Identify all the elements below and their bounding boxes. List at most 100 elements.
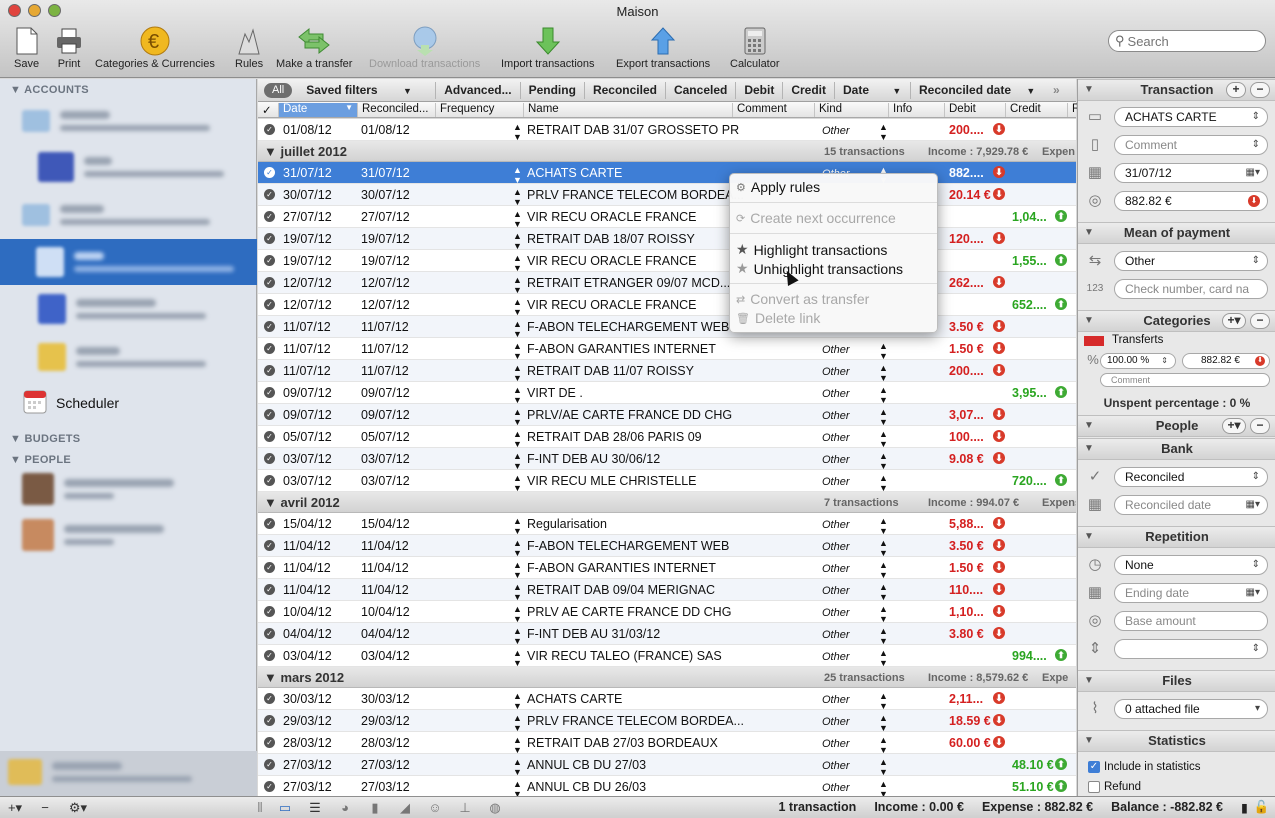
frequency-stepper-icon[interactable]: ▲ ▼ xyxy=(513,231,522,251)
attached-files-popup[interactable]: 0 attached file ▾ xyxy=(1114,699,1268,719)
frequency-stepper-icon[interactable]: ▲ ▼ xyxy=(513,187,522,207)
transaction-row[interactable]: ✓ 27/03/12 27/03/12 ▲ ▼ ANNUL CB DU 26/03 Othe… xyxy=(258,776,1076,796)
transaction-row[interactable]: ✓ 27/07/12 27/07/12 ▲ ▼ VIR RECU ORACLE FRANC… xyxy=(258,206,1076,229)
debit-arrow-icon[interactable]: ⬇ xyxy=(993,364,1005,376)
reconciled-check-icon[interactable]: ✓ xyxy=(264,277,275,288)
frequency-stepper-icon[interactable]: ▲ ▼ xyxy=(513,516,522,536)
frequency-stepper-icon[interactable]: ▲ ▼ xyxy=(513,407,522,427)
menu-delete-link[interactable]: 🗑 Delete link xyxy=(736,310,820,326)
repetition-extra-popup[interactable]: ⇕ xyxy=(1114,639,1268,659)
kind-stepper-icon[interactable]: ▲▼ xyxy=(879,122,888,142)
resize-handle-icon[interactable]: ⦀ xyxy=(250,800,270,816)
kind-stepper-icon[interactable]: ▲▼ xyxy=(879,713,888,733)
categories-currencies-button[interactable]: € Categories & Currencies xyxy=(95,24,215,70)
frequency-stepper-icon[interactable]: ▲ ▼ xyxy=(513,735,522,755)
col-kind[interactable]: Kind xyxy=(815,103,889,117)
view-pie-chart-icon[interactable]: ◕ xyxy=(330,800,360,815)
credit-arrow-icon[interactable]: ⬆ xyxy=(1055,780,1067,792)
frequency-stepper-icon[interactable]: ▲ ▼ xyxy=(513,538,522,558)
transaction-row[interactable]: ✓ 10/04/12 10/04/12 ▲ ▼ PRLV AE CARTE FRANCE … xyxy=(258,601,1076,624)
debit-arrow-icon[interactable]: ⬇ xyxy=(1255,356,1265,366)
month-group-header[interactable]: ▼ avril 2012 7 transactions Income : 994.0… xyxy=(258,492,1076,513)
category-name[interactable]: Transferts xyxy=(1112,334,1163,346)
person-item[interactable] xyxy=(22,513,252,557)
transaction-row[interactable]: ✓ 29/03/12 29/03/12 ▲ ▼ PRLV FRANCE TELECOM B… xyxy=(258,710,1076,733)
date-field[interactable]: 31/07/12 ▦▾ xyxy=(1114,163,1268,183)
reconciled-check-icon[interactable]: ✓ xyxy=(264,453,275,464)
kind-stepper-icon[interactable]: ▲▼ xyxy=(879,473,888,493)
reconciled-check-icon[interactable]: ✓ xyxy=(264,518,275,529)
debit-arrow-icon[interactable]: ⬇ xyxy=(993,452,1005,464)
transaction-row[interactable]: ✓ 11/07/12 11/07/12 ▲ ▼ RETRAIT DAB 11/07 ROI… xyxy=(258,360,1076,383)
category-comment-field[interactable]: Comment xyxy=(1100,373,1270,387)
debit-arrow-icon[interactable]: ⬇ xyxy=(993,166,1005,178)
reconciled-check-icon[interactable]: ✓ xyxy=(264,167,275,178)
col-extra[interactable]: F xyxy=(1068,103,1079,117)
include-statistics-checkbox[interactable]: ✓ Include in statistics xyxy=(1088,761,1201,773)
col-info[interactable]: Info xyxy=(889,103,945,117)
reconciled-check-icon[interactable]: ✓ xyxy=(264,715,275,726)
payee-field[interactable]: ACHATS CARTE ⇕ xyxy=(1114,107,1268,127)
frequency-stepper-icon[interactable]: ▲ ▼ xyxy=(513,582,522,602)
kind-stepper-icon[interactable]: ▲▼ xyxy=(879,626,888,646)
transaction-row[interactable]: ✓ 12/07/12 12/07/12 ▲ ▼ VIR RECU ORACLE FRANC… xyxy=(258,294,1076,317)
transaction-row[interactable]: ✓ 11/04/12 11/04/12 ▲ ▼ F-ABON TELECHARGEMENT… xyxy=(258,535,1076,558)
view-people-icon[interactable]: ☺ xyxy=(420,800,450,815)
credit-arrow-icon[interactable]: ⬆ xyxy=(1055,298,1067,310)
kind-stepper-icon[interactable]: ▲▼ xyxy=(879,691,888,711)
reconciled-check-icon[interactable]: ✓ xyxy=(264,431,275,442)
transaction-section-header[interactable]: ▼ Transaction + − xyxy=(1078,79,1275,101)
debit-arrow-icon[interactable]: ⬇ xyxy=(993,232,1005,244)
debit-arrow-icon[interactable]: ⬇ xyxy=(993,539,1005,551)
repetition-popup[interactable]: None ⇕ xyxy=(1114,555,1268,575)
reconciled-check-icon[interactable]: ✓ xyxy=(264,189,275,200)
debit-arrow-icon[interactable]: ⬇ xyxy=(993,123,1005,135)
frequency-stepper-icon[interactable]: ▲ ▼ xyxy=(513,626,522,646)
view-bar-chart-icon[interactable]: ▮ xyxy=(360,800,390,816)
reconciled-check-icon[interactable]: ✓ xyxy=(264,365,275,376)
transaction-row-selected[interactable]: ✓31/07/1231/07/12▲▼ACHATS CARTEOther▲▼88… xyxy=(258,162,1076,185)
transaction-row[interactable]: ✓ 19/07/12 19/07/12 ▲ ▼ RETRAIT DAB 18/07 ROI… xyxy=(258,228,1076,251)
frequency-stepper-icon[interactable]: ▲ ▼ xyxy=(513,713,522,733)
search-field[interactable]: ⚲ xyxy=(1108,30,1266,52)
lock-icon[interactable]: 🔓 xyxy=(1254,800,1270,815)
filter-canceled[interactable]: Canceled xyxy=(666,81,737,99)
statistics-section-header[interactable]: ▼ Statistics xyxy=(1078,730,1275,752)
amount-field[interactable]: 882.82 € ⬇ xyxy=(1114,191,1268,211)
comment-field[interactable]: Comment ⇕ xyxy=(1114,135,1268,155)
kind-stepper-icon[interactable]: ▲▼ xyxy=(879,429,888,449)
kind-stepper-icon[interactable]: ▲▼ xyxy=(879,407,888,427)
calculator-button[interactable]: Calculator xyxy=(730,24,780,70)
frequency-stepper-icon[interactable]: ▲ ▼ xyxy=(513,209,522,229)
base-amount-field[interactable]: Base amount xyxy=(1114,611,1268,631)
all-accounts-item[interactable] xyxy=(0,751,257,796)
debit-arrow-icon[interactable]: ⬇ xyxy=(993,188,1005,200)
remove-account-button[interactable]: − xyxy=(30,800,60,815)
account-item[interactable] xyxy=(22,99,252,143)
debit-arrow-icon[interactable]: ⬇ xyxy=(993,736,1005,748)
reconciled-check-icon[interactable]: ✓ xyxy=(264,606,275,617)
debit-arrow-icon[interactable]: ⬇ xyxy=(993,692,1005,704)
kind-stepper-icon[interactable]: ▲▼ xyxy=(879,451,888,471)
kind-stepper-icon[interactable]: ▲▼ xyxy=(879,648,888,668)
reconciled-check-icon[interactable]: ✓ xyxy=(264,409,275,420)
view-budget-icon[interactable]: ⊥ xyxy=(450,800,480,816)
transaction-row[interactable]: ✓ 30/07/12 30/07/12 ▲ ▼ PRLV FRANCE TELECOM B… xyxy=(258,184,1076,207)
rules-button[interactable]: Rules xyxy=(235,24,263,70)
transaction-row[interactable]: ✓ 19/07/12 19/07/12 ▲ ▼ VIR RECU ORACLE FRANC… xyxy=(258,250,1076,273)
transaction-row[interactable]: ✓ 27/03/12 27/03/12 ▲ ▼ ANNUL CB DU 27/03 Othe… xyxy=(258,754,1076,777)
menu-highlight[interactable]: ★ Highlight transactions xyxy=(736,241,887,258)
frequency-stepper-icon[interactable]: ▲ ▼ xyxy=(513,253,522,273)
print-button[interactable]: Print xyxy=(55,24,83,70)
reconciled-check-icon[interactable]: ✓ xyxy=(264,321,275,332)
debit-arrow-icon[interactable]: ⬇ xyxy=(993,276,1005,288)
transaction-row[interactable]: ✓ 01/08/12 01/08/12 ▲ ▼ RETRAIT DAB 31/07 GRO… xyxy=(258,119,1076,142)
kind-stepper-icon[interactable]: ▲▼ xyxy=(879,757,888,777)
col-debit[interactable]: Debit xyxy=(945,103,1006,117)
debit-arrow-icon[interactable]: ⬇ xyxy=(993,342,1005,354)
remove-icon[interactable]: − xyxy=(1250,82,1270,98)
reconciled-check-icon[interactable]: ✓ xyxy=(264,781,275,792)
debit-arrow-icon[interactable]: ⬇ xyxy=(1248,195,1260,207)
transaction-row[interactable]: ✓ 09/07/12 09/07/12 ▲ ▼ PRLV/AE CARTE FRANCE … xyxy=(258,404,1076,427)
payment-section-header[interactable]: ▼ Mean of payment xyxy=(1078,222,1275,244)
